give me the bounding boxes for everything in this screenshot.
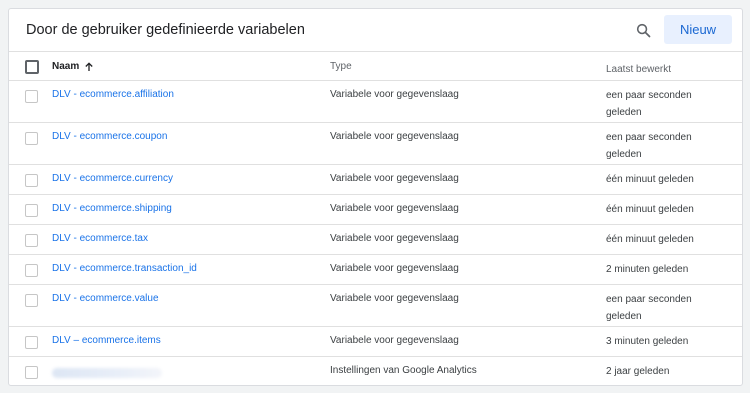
table-row[interactable]: DLV - ecommerce.tax Variabele voor gegeve…: [9, 224, 742, 254]
row-checkbox[interactable]: [25, 264, 38, 277]
variable-type: Variabele voor gegevenslaag: [330, 233, 459, 244]
last-edited: een paar seconden geleden: [606, 90, 692, 118]
variable-type: Variabele voor gegevenslaag: [330, 203, 459, 214]
table-row[interactable]: DLV - ecommerce.currency Variabele voor g…: [9, 164, 742, 194]
card-header: Door de gebruiker gedefinieerde variabel…: [9, 9, 742, 51]
row-checkbox[interactable]: [25, 204, 38, 217]
last-edited: 2 minuten geleden: [606, 264, 689, 275]
variable-type: Instellingen van Google Analytics: [330, 365, 477, 376]
last-edited: een paar seconden geleden: [606, 132, 692, 160]
row-checkbox[interactable]: [25, 234, 38, 247]
variable-name-link[interactable]: DLV - ecommerce.coupon: [52, 131, 167, 142]
page-title: Door de gebruiker gedefinieerde variabel…: [26, 22, 305, 38]
variable-type: Variabele voor gegevenslaag: [330, 293, 459, 304]
row-checkbox[interactable]: [25, 366, 38, 379]
table-row[interactable]: DLV - ecommerce.value Variabele voor gege…: [9, 284, 742, 326]
table-row[interactable]: DLV - ecommerce.shipping Variabele voor g…: [9, 194, 742, 224]
row-checkbox[interactable]: [25, 90, 38, 103]
variable-name-link[interactable]: DLV - ecommerce.tax: [52, 233, 148, 244]
variables-table: Naam Type Laatst bewerkt DLV - ecommerce…: [9, 51, 742, 385]
table-row[interactable]: DLV – ecommerce.items Variabele voor gege…: [9, 326, 742, 356]
variable-name-link[interactable]: DLV - ecommerce.transaction_id: [52, 263, 197, 274]
variable-type: Variabele voor gegevenslaag: [330, 263, 459, 274]
last-edited: één minuut geleden: [606, 234, 694, 245]
table-row[interactable]: Instellingen van Google Analytics 2 jaar …: [9, 356, 742, 385]
variable-name-link[interactable]: DLV - ecommerce.currency: [52, 173, 173, 184]
last-edited: 3 minuten geleden: [606, 336, 689, 347]
last-edited: een paar seconden geleden: [606, 294, 692, 322]
variable-name-link[interactable]: DLV – ecommerce.items: [52, 335, 161, 346]
variable-type: Variabele voor gegevenslaag: [330, 335, 459, 346]
row-checkbox[interactable]: [25, 294, 38, 307]
search-icon: [636, 23, 650, 37]
table-row[interactable]: DLV - ecommerce.transaction_id Variabele …: [9, 254, 742, 284]
variable-type: Variabele voor gegevenslaag: [330, 173, 459, 184]
search-button[interactable]: [632, 19, 654, 41]
table-row[interactable]: DLV - ecommerce.affiliation Variabele voo…: [9, 80, 742, 122]
select-all-checkbox[interactable]: [25, 60, 39, 74]
column-header-date[interactable]: Laatst bewerkt: [606, 61, 721, 78]
table-body: DLV - ecommerce.affiliation Variabele voo…: [9, 80, 742, 385]
variables-card: Door de gebruiker gedefinieerde variabel…: [8, 8, 743, 386]
variable-type: Variabele voor gegevenslaag: [330, 89, 459, 100]
arrow-up-icon: [85, 61, 93, 71]
last-edited: 2 jaar geleden: [606, 366, 670, 377]
table-row[interactable]: DLV - ecommerce.coupon Variabele voor geg…: [9, 122, 742, 164]
last-edited: één minuut geleden: [606, 174, 694, 185]
last-edited: één minuut geleden: [606, 204, 694, 215]
redacted-variable-name[interactable]: [52, 368, 162, 378]
new-variable-button[interactable]: Nieuw: [664, 15, 732, 44]
variable-type: Variabele voor gegevenslaag: [330, 131, 459, 142]
variable-name-link[interactable]: DLV - ecommerce.shipping: [52, 203, 172, 214]
variable-name-link[interactable]: DLV - ecommerce.affiliation: [52, 89, 174, 100]
column-header-name-label: Naam: [52, 61, 80, 72]
column-header-name[interactable]: Naam: [52, 61, 94, 72]
row-checkbox[interactable]: [25, 132, 38, 145]
row-checkbox[interactable]: [25, 174, 38, 187]
table-header-row: Naam Type Laatst bewerkt: [9, 51, 742, 80]
row-checkbox[interactable]: [25, 336, 38, 349]
column-header-type[interactable]: Type: [330, 61, 352, 72]
variable-name-link[interactable]: DLV - ecommerce.value: [52, 293, 159, 304]
